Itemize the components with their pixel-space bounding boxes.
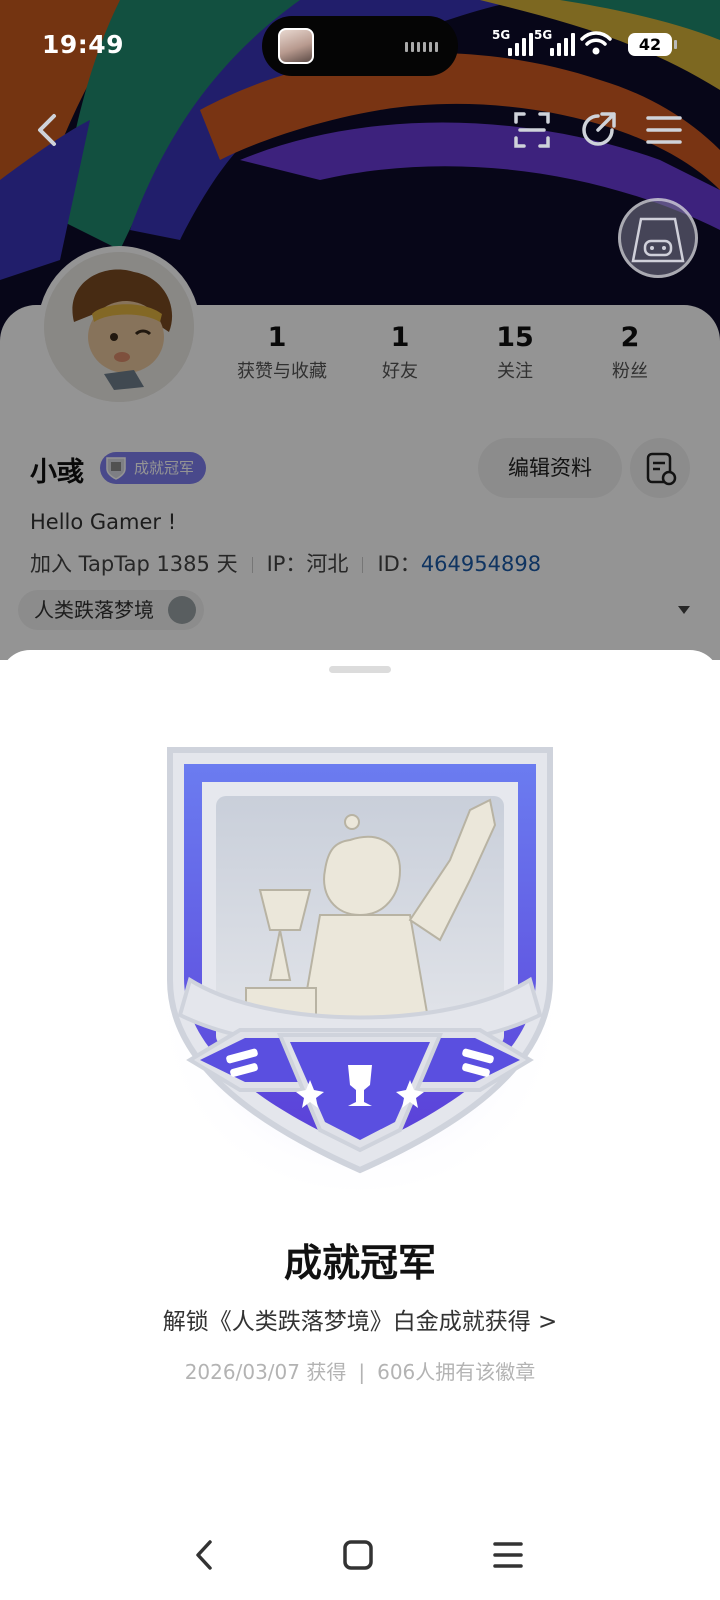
media-thumbnail <box>278 28 314 64</box>
share-icon[interactable] <box>576 108 620 152</box>
level-medal-button[interactable] <box>618 198 698 278</box>
modal-scrim[interactable] <box>0 0 720 660</box>
audio-wave-icon <box>405 42 438 52</box>
status-bar: 19:49 5G 5G 42 <box>0 0 720 90</box>
achievement-badge-icon <box>150 747 570 1190</box>
dynamic-island[interactable] <box>262 16 458 76</box>
menu-icon[interactable] <box>642 108 686 152</box>
scan-icon[interactable] <box>510 108 554 152</box>
badge-meta: 2026/03/07 获得 | 606人拥有该徽章 <box>0 1356 720 1385</box>
signal-icon <box>508 32 533 56</box>
signal-icon <box>550 32 575 56</box>
battery-indicator: 42 <box>628 33 677 56</box>
chevron-left-icon[interactable] <box>26 108 70 152</box>
gamepad-medal-icon <box>631 217 685 263</box>
meta-divider: | <box>358 1360 366 1384</box>
obtained-date: 2026/03/07 获得 <box>184 1360 347 1384</box>
nav-home-icon[interactable] <box>333 1530 383 1580</box>
clock: 19:49 <box>42 30 125 59</box>
nav-back-icon[interactable] <box>180 1530 230 1580</box>
badge-detail-sheet: 成就冠军 解锁《人类跌落梦境》白金成就获得 > 2026/03/07 获得 | 60… <box>0 650 720 1600</box>
badge-title: 成就冠军 <box>283 1241 436 1285</box>
wifi-icon <box>580 31 612 55</box>
sheet-drag-handle[interactable] <box>329 666 391 673</box>
nav-menu-icon[interactable] <box>483 1530 533 1580</box>
system-nav-bar <box>0 1520 720 1590</box>
owner-count: 606人拥有该徽章 <box>377 1360 536 1384</box>
badge-description-link[interactable]: 解锁《人类跌落梦境》白金成就获得 > <box>0 1302 720 1336</box>
